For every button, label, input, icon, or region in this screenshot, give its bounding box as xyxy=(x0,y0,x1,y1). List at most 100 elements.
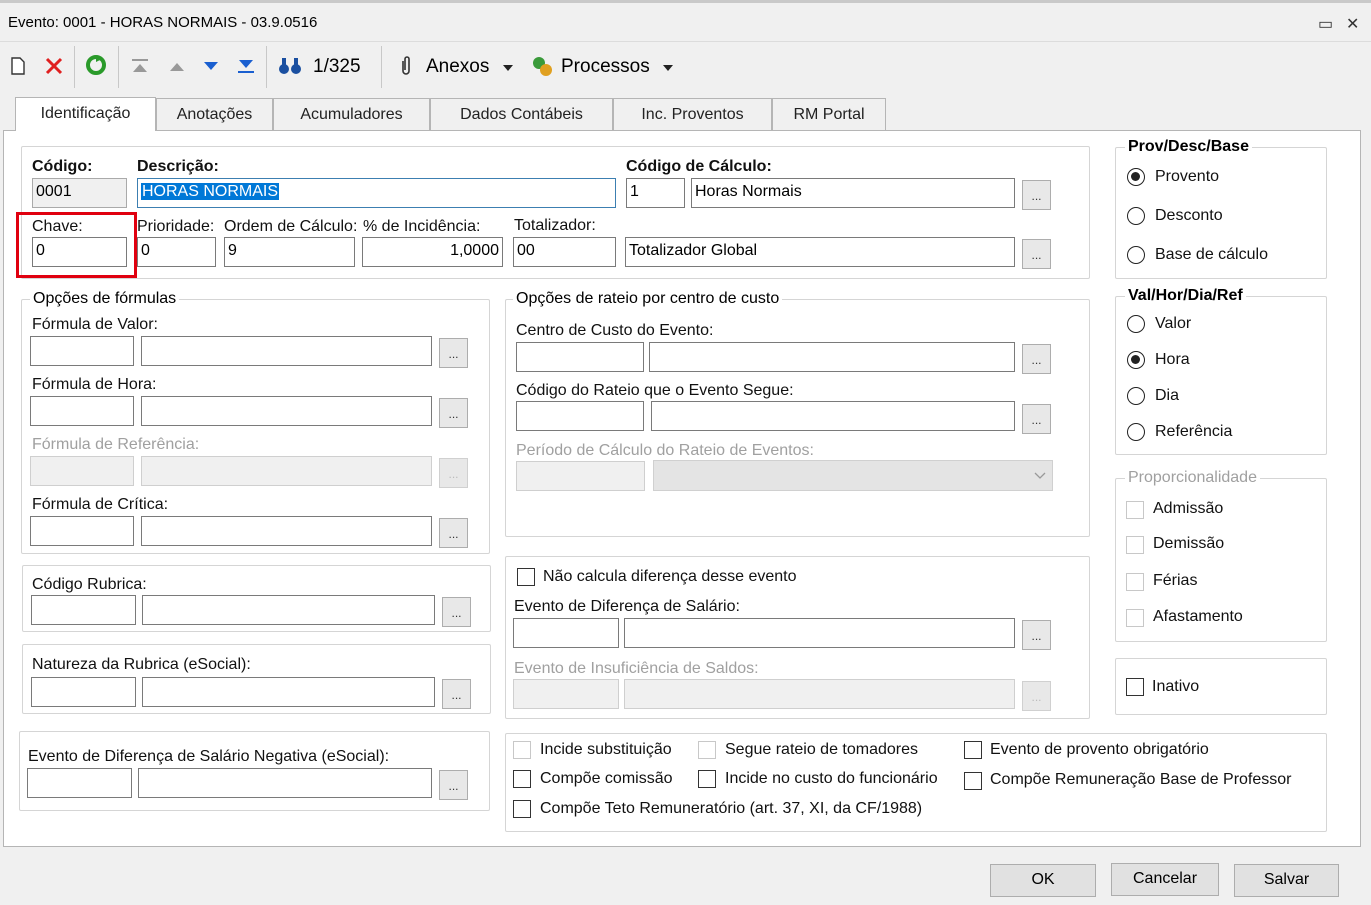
window-title: Evento: 0001 - HORAS NORMAIS - 03.9.0516 xyxy=(8,14,318,31)
next-record-icon[interactable] xyxy=(202,60,220,72)
prioridade-field[interactable]: 0 xyxy=(137,237,216,267)
dia-label: Dia xyxy=(1155,387,1180,404)
evento-diferenca-lookup-button[interactable]: ... xyxy=(1022,620,1051,650)
codigo-calculo-lookup-button[interactable]: ... xyxy=(1022,180,1051,210)
formula-valor-code[interactable] xyxy=(30,336,134,366)
formula-referencia-label: Fórmula de Referência: xyxy=(32,436,200,453)
provento-obrigatorio-label: Evento de provento obrigatório xyxy=(990,741,1209,758)
save-button[interactable]: Salvar xyxy=(1234,864,1339,897)
formula-critica-code[interactable] xyxy=(30,516,134,546)
codigo-label: Código: xyxy=(32,158,93,175)
processos-button[interactable]: Processos xyxy=(561,56,650,78)
provento-label: Provento xyxy=(1155,168,1220,185)
formula-hora-lookup-button[interactable]: ... xyxy=(439,398,468,428)
descricao-field[interactable]: HORAS NORMAIS xyxy=(137,178,616,208)
provento-obrigatorio-checkbox[interactable] xyxy=(964,741,982,759)
compoe-remuneracao-professor-label: Compõe Remuneração Base de Professor xyxy=(990,771,1292,788)
centro-custo-desc[interactable] xyxy=(649,342,1015,372)
centro-custo-code[interactable] xyxy=(516,342,644,372)
chevron-down-icon xyxy=(1034,472,1046,479)
codigo-rateio-desc[interactable] xyxy=(651,401,1015,431)
ferias-checkbox xyxy=(1126,573,1144,591)
formula-referencia-code xyxy=(30,456,134,486)
base-calculo-label: Base de cálculo xyxy=(1155,246,1268,263)
anexos-button[interactable]: Anexos xyxy=(426,56,489,78)
codigo-rateio-lookup-button[interactable]: ... xyxy=(1022,404,1051,434)
paperclip-icon xyxy=(402,56,410,75)
chevron-down-icon[interactable] xyxy=(502,64,514,72)
diferenca-negativa-code[interactable] xyxy=(27,768,132,798)
formula-critica-lookup-button[interactable]: ... xyxy=(439,518,468,548)
ordem-calculo-field[interactable]: 9 xyxy=(224,237,355,267)
compoe-teto-checkbox[interactable] xyxy=(513,800,531,818)
natureza-desc[interactable] xyxy=(142,677,435,707)
formulas-legend: Opções de fórmulas xyxy=(30,290,180,308)
formula-hora-code[interactable] xyxy=(30,396,134,426)
evento-insuficiencia-desc xyxy=(624,679,1015,709)
formula-critica-desc[interactable] xyxy=(141,516,432,546)
formula-valor-desc[interactable] xyxy=(141,336,432,366)
periodo-calculo-field xyxy=(516,461,645,491)
diferenca-negativa-lookup-button[interactable]: ... xyxy=(439,770,468,800)
ok-button[interactable]: OK xyxy=(990,864,1096,897)
evento-diferenca-desc[interactable] xyxy=(624,618,1015,648)
compoe-comissao-checkbox[interactable] xyxy=(513,770,531,788)
tab-dados-contabeis[interactable]: Dados Contábeis xyxy=(430,98,613,130)
codigo-rubrica-desc[interactable] xyxy=(142,595,435,625)
afastamento-label: Afastamento xyxy=(1153,608,1243,625)
natureza-lookup-button[interactable]: ... xyxy=(442,679,471,709)
first-record-icon[interactable] xyxy=(130,58,150,74)
restore-icon[interactable]: ▭ xyxy=(1318,14,1333,34)
incidencia-field[interactable]: 1,0000 xyxy=(362,237,503,267)
desconto-radio[interactable] xyxy=(1127,207,1145,225)
incide-custo-checkbox[interactable] xyxy=(698,770,716,788)
incide-substituicao-checkbox xyxy=(513,741,531,759)
codigo-calculo-field[interactable]: 1 xyxy=(626,178,685,208)
codigo-rateio-code[interactable] xyxy=(516,401,644,431)
hora-radio[interactable] xyxy=(1127,351,1145,369)
evento-diferenca-code[interactable] xyxy=(513,618,619,648)
dia-radio[interactable] xyxy=(1127,387,1145,405)
codigo-rubrica-lookup-button[interactable]: ... xyxy=(442,597,471,627)
centro-custo-lookup-button[interactable]: ... xyxy=(1022,344,1051,374)
close-window-icon[interactable]: ✕ xyxy=(1346,14,1359,34)
segue-rateio-checkbox xyxy=(698,741,716,759)
val-hor-dia-ref-legend: Val/Hor/Dia/Ref xyxy=(1125,287,1246,305)
delete-icon[interactable] xyxy=(44,56,64,76)
formula-referencia-desc xyxy=(141,456,432,486)
last-record-icon[interactable] xyxy=(236,58,256,74)
previous-record-icon[interactable] xyxy=(168,60,186,72)
provento-radio[interactable] xyxy=(1127,168,1145,186)
record-counter: 1/325 xyxy=(313,56,361,77)
diferenca-negativa-desc[interactable] xyxy=(138,768,432,798)
nao-calcula-checkbox[interactable] xyxy=(517,568,535,586)
new-document-icon[interactable] xyxy=(10,56,26,76)
compoe-remuneracao-professor-checkbox[interactable] xyxy=(964,772,982,790)
refresh-icon[interactable] xyxy=(84,53,108,77)
chevron-down-icon[interactable] xyxy=(662,64,674,72)
binoculars-icon[interactable] xyxy=(278,56,302,76)
referencia-radio[interactable] xyxy=(1127,423,1145,441)
tab-inc-proventos[interactable]: Inc. Proventos xyxy=(613,98,772,130)
chave-field[interactable]: 0 xyxy=(32,237,127,267)
demissao-checkbox xyxy=(1126,536,1144,554)
tab-identificacao[interactable]: Identificação xyxy=(15,97,156,131)
admissao-label: Admissão xyxy=(1153,500,1224,517)
tab-anotacoes[interactable]: Anotações xyxy=(156,98,273,130)
base-calculo-radio[interactable] xyxy=(1127,246,1145,264)
formula-valor-lookup-button[interactable]: ... xyxy=(439,338,468,368)
diferenca-negativa-label: Evento de Diferença de Salário Negativa … xyxy=(28,748,390,765)
totalizador-field[interactable]: 00 xyxy=(513,237,616,267)
incide-custo-label: Incide no custo do funcionário xyxy=(725,770,938,787)
codigo-rubrica-code[interactable] xyxy=(31,595,136,625)
inativo-checkbox[interactable] xyxy=(1126,678,1144,696)
tab-rm-portal[interactable]: RM Portal xyxy=(772,98,886,130)
codigo-calculo-desc: Horas Normais xyxy=(691,178,1015,208)
totalizador-lookup-button[interactable]: ... xyxy=(1022,239,1051,269)
tab-acumuladores[interactable]: Acumuladores xyxy=(273,98,430,130)
codigo-field[interactable]: 0001 xyxy=(32,178,127,208)
valor-radio[interactable] xyxy=(1127,315,1145,333)
formula-hora-desc[interactable] xyxy=(141,396,432,426)
cancel-button[interactable]: Cancelar xyxy=(1111,863,1219,896)
natureza-code[interactable] xyxy=(31,677,136,707)
